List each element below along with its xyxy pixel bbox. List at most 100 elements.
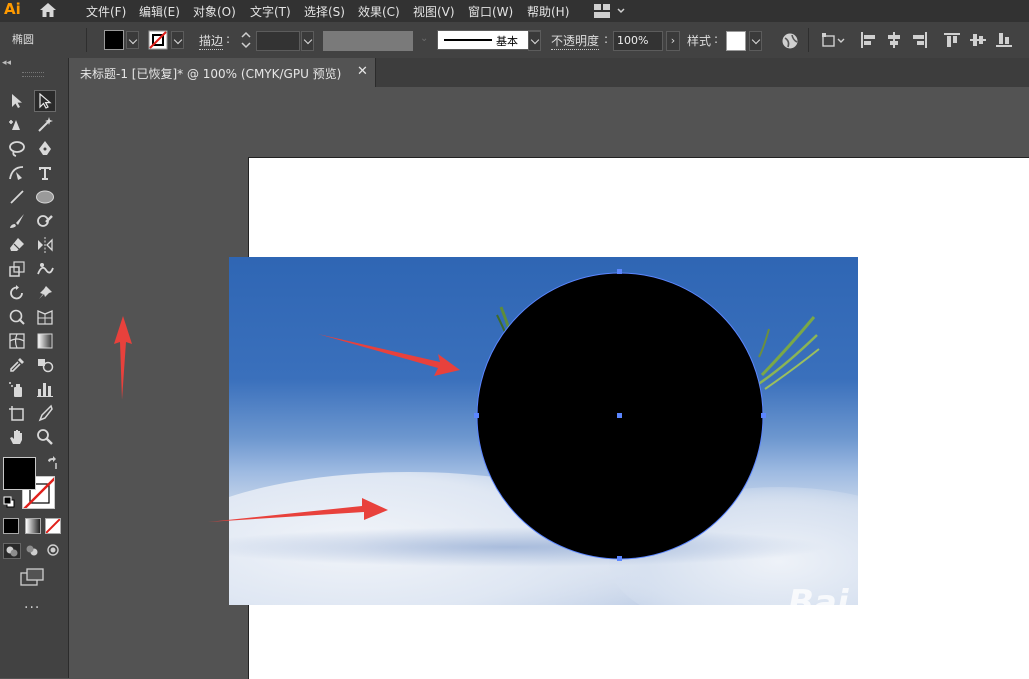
gradient-mode-icon[interactable] [25, 518, 41, 534]
pin-tool-icon[interactable] [34, 282, 56, 304]
variable-width-dropdown: ⌄ [420, 33, 429, 44]
paintbrush-tool-icon[interactable] [6, 210, 28, 232]
align-right-icon[interactable] [911, 31, 929, 52]
menu-view[interactable]: 视图(V) [413, 3, 455, 20]
menu-window[interactable]: 窗口(W) [468, 3, 513, 20]
variable-width-profile[interactable] [323, 31, 413, 51]
edit-toolbar-button[interactable]: ... [24, 596, 40, 612]
app-logo: Ai [4, 0, 21, 18]
swap-fill-stroke-icon[interactable] [45, 456, 59, 473]
align-bottom-icon[interactable] [995, 31, 1013, 52]
menu-edit[interactable]: 编辑(E) [139, 3, 180, 20]
scale-tool-icon[interactable] [6, 258, 28, 280]
align-left-icon[interactable] [859, 31, 877, 52]
menu-help[interactable]: 帮助(H) [527, 3, 569, 20]
curvature-pen-icon[interactable] [6, 162, 28, 184]
transform-icon[interactable] [821, 32, 847, 51]
up-arrow [114, 316, 132, 400]
shaper-tool-icon[interactable] [34, 210, 56, 232]
annotation-arrows [114, 316, 460, 522]
fill-swatch[interactable] [104, 30, 124, 50]
selection-tool-icon[interactable] [6, 90, 28, 112]
gradient-tool-icon[interactable] [34, 330, 56, 352]
style-dropdown[interactable] [749, 31, 762, 51]
tools-panel: ◂◂ ... [0, 58, 69, 678]
object-type-label: 椭圆 [12, 33, 34, 46]
fill-color-swatch[interactable] [3, 457, 36, 490]
align-top-icon[interactable] [943, 31, 961, 52]
align-center-icon[interactable] [885, 31, 903, 52]
menu-object[interactable]: 对象(O) [193, 3, 236, 20]
reflect-tool-icon[interactable] [34, 234, 56, 256]
eraser-tool-icon[interactable] [6, 234, 28, 256]
watermark-brand-du: du [856, 593, 899, 628]
type-tool-icon[interactable] [34, 162, 56, 184]
symbol-sprayer-icon[interactable] [6, 378, 28, 400]
collapse-panel-icon[interactable]: ◂◂ [2, 58, 11, 68]
workspace-icon[interactable] [593, 3, 627, 22]
brush-definition[interactable]: 基本 [437, 30, 541, 50]
style-colon: : [714, 32, 719, 46]
anchor-point[interactable] [617, 556, 622, 561]
perspective-grid-icon[interactable] [34, 306, 56, 328]
mesh-tool-icon[interactable] [6, 330, 28, 352]
eyedropper-tool-icon[interactable] [6, 354, 28, 376]
stroke-swatch[interactable] [148, 30, 168, 50]
puppet-warp-icon[interactable] [34, 258, 56, 280]
lasso-tool-icon[interactable] [6, 138, 28, 160]
free-transform-icon[interactable] [6, 306, 28, 328]
anchor-point[interactable] [617, 269, 622, 274]
menu-effect[interactable]: 效果(C) [358, 3, 400, 20]
magic-wand-icon[interactable] [34, 114, 56, 136]
fill-dropdown[interactable] [126, 31, 139, 49]
opacity-colon: : [604, 32, 609, 46]
menu-type[interactable]: 文字(T) [250, 3, 291, 20]
screen-mode-icon[interactable] [20, 568, 44, 589]
stroke-colon: : [226, 32, 231, 46]
zoom-tool-icon[interactable] [34, 426, 56, 448]
menu-bar: Ai 文件(F) 编辑(E) 对象(O) 文字(T) 选择(S) 效果(C) 视… [0, 0, 1029, 22]
blend-tool-icon[interactable] [34, 354, 56, 376]
hand-tool-icon[interactable] [6, 426, 28, 448]
ellipse-tool-icon[interactable] [34, 186, 56, 208]
menu-select[interactable]: 选择(S) [304, 3, 345, 20]
draw-inside-icon[interactable] [45, 543, 61, 560]
stroke-weight-input[interactable] [256, 31, 300, 51]
color-mode-icon[interactable] [3, 518, 19, 534]
panel-grip[interactable] [22, 72, 44, 77]
anchor-point[interactable] [761, 413, 766, 418]
draw-behind-icon[interactable] [24, 543, 40, 560]
none-mode-icon[interactable] [45, 518, 61, 534]
column-graph-icon[interactable] [34, 378, 56, 400]
document-tab[interactable]: 未标题-1 [已恢复]* @ 100% (CMYK/GPU 预览) ✕ [69, 58, 376, 87]
artboard-tool-icon[interactable] [6, 402, 28, 424]
direct-selection-tool-icon[interactable] [34, 90, 56, 112]
selected-ellipse[interactable] [470, 265, 770, 565]
baidu-watermark: Bai du 经验 jingyan.baidu.com [788, 565, 1024, 655]
center-point [617, 413, 622, 418]
opacity-label[interactable]: 不透明度 [551, 32, 600, 50]
align-middle-icon[interactable] [969, 31, 987, 52]
stroke-weight-dropdown[interactable] [301, 31, 314, 51]
rotate-tool-icon[interactable] [6, 282, 28, 304]
stroke-label[interactable]: 描边 [199, 32, 224, 50]
default-fill-stroke-icon[interactable] [3, 496, 15, 511]
globe-icon[interactable] [781, 32, 799, 53]
line-tool-icon[interactable] [6, 186, 28, 208]
draw-normal-icon[interactable] [3, 543, 21, 559]
menu-file[interactable]: 文件(F) [86, 3, 126, 20]
curvature-tool-icon[interactable] [6, 114, 28, 136]
divider [808, 28, 809, 52]
stroke-dropdown[interactable] [171, 31, 184, 49]
brush-profile-label: 基本 [496, 35, 518, 48]
style-swatch[interactable] [726, 31, 746, 51]
brush-dropdown[interactable] [528, 31, 541, 51]
pen-tool-icon[interactable] [34, 138, 56, 160]
opacity-input[interactable]: 100% [613, 31, 663, 51]
slice-tool-icon[interactable] [34, 402, 56, 424]
watermark-url: jingyan.baidu.com [792, 627, 940, 646]
opacity-flyout-arrow[interactable]: › [666, 31, 680, 51]
stroke-stepper[interactable] [240, 30, 252, 53]
home-icon[interactable] [38, 1, 58, 22]
close-icon[interactable]: ✕ [357, 64, 368, 79]
